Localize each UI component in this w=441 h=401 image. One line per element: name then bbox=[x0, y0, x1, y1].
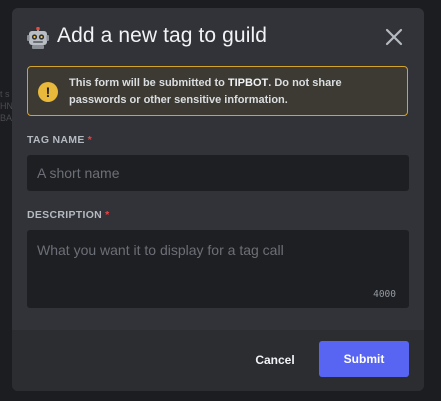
tag-name-label-text: TAG NAME bbox=[27, 134, 85, 146]
submit-button[interactable]: Submit bbox=[319, 341, 409, 377]
description-placeholder: What you want it to display for a tag ca… bbox=[37, 242, 284, 258]
tag-name-label: TAG NAME * bbox=[27, 134, 92, 146]
modal-title: Add a new tag to guild bbox=[57, 24, 268, 47]
description-label: DESCRIPTION * bbox=[27, 209, 109, 221]
robot-icon bbox=[27, 26, 49, 49]
add-tag-modal: Add a new tag to guild ! This form will … bbox=[12, 8, 424, 391]
warning-prefix: This form will be submitted to bbox=[69, 77, 228, 89]
warning-text: This form will be submitted to TIPBOT. D… bbox=[69, 75, 399, 108]
description-textarea[interactable]: What you want it to display for a tag ca… bbox=[27, 230, 409, 308]
exclamation-icon: ! bbox=[38, 82, 58, 102]
close-icon[interactable] bbox=[384, 27, 404, 47]
cancel-button[interactable]: Cancel bbox=[243, 348, 307, 372]
warning-bot-name: TIPBOT bbox=[227, 77, 269, 89]
modal-header: Add a new tag to guild bbox=[12, 8, 424, 66]
required-marker: * bbox=[87, 134, 93, 146]
warning-banner: ! This form will be submitted to TIPBOT.… bbox=[27, 66, 408, 116]
description-label-text: DESCRIPTION bbox=[27, 209, 103, 221]
character-counter: 4000 bbox=[373, 289, 396, 300]
modal-footer: Cancel Submit bbox=[12, 330, 424, 391]
required-marker: * bbox=[105, 209, 110, 221]
tag-name-input[interactable] bbox=[27, 155, 409, 191]
